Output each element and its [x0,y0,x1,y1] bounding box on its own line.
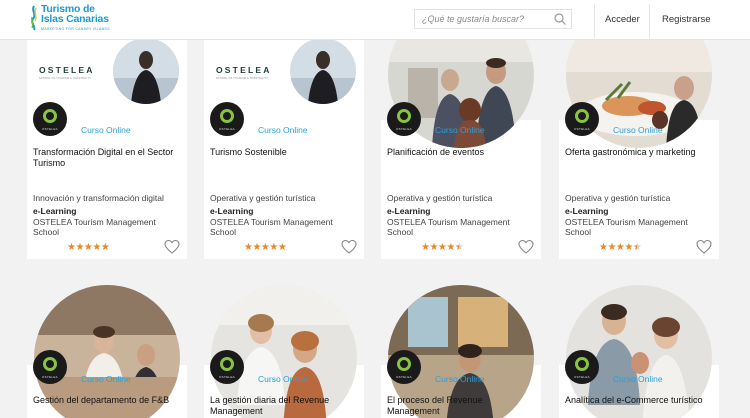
search-input[interactable] [415,10,550,28]
badge-text: OSTELEA [219,127,235,131]
course-title[interactable]: Planificación de eventos [387,147,535,158]
course-title[interactable]: Gestión del departamento de F&B [33,395,185,406]
course-type-tag: Curso Online [613,374,663,384]
login-link[interactable]: Acceder [605,14,640,25]
provider-badge: OSTELEA [387,350,421,384]
provider-logo-icon [220,109,234,123]
badge-text: OSTELEA [574,375,590,379]
image-logo-text: OSTELEA [39,65,95,75]
rating-stars: ★★★★★ [244,242,287,253]
course-card[interactable]: OSTELEA Curso Online Analítica del e-Com… [559,285,719,418]
course-type-tag: Curso Online [613,125,663,135]
course-photo [290,40,356,104]
provider-logo-icon [397,357,411,371]
favorite-heart-icon[interactable] [164,239,180,255]
course-type-tag: Curso Online [258,374,308,384]
course-category: Operativa y gestión turística [387,193,493,203]
badge-text: OSTELEA [219,375,235,379]
course-type-tag: Curso Online [435,374,485,384]
course-school: OSTELEA Tourism Management School [210,217,333,237]
rating-stars: ★★★★★ [421,242,464,253]
course-title[interactable]: Analítica del e-Commerce turístico [565,395,717,406]
header-divider [594,4,595,38]
logo-tagline: MARKETING FOR CANARY ISLANDS [41,27,110,31]
course-card[interactable]: OSTELEA Curso Online Planificación de ev… [381,40,541,259]
course-mode: e-Learning [210,206,254,216]
search-box [414,9,572,29]
favorite-heart-icon[interactable] [518,239,534,255]
badge-text: OSTELEA [42,375,58,379]
course-title[interactable]: Transformación Digital en el Sector Turi… [33,147,181,169]
course-school: OSTELEA Tourism Management School [33,217,156,237]
person-silhouette-icon [113,40,179,104]
course-title[interactable]: El proceso del Revenue Management [387,395,507,417]
course-card[interactable]: OSTELEA Curso Online Oferta gastronómica… [559,40,719,259]
course-photo [113,40,179,104]
provider-logo-icon [575,109,589,123]
rating-stars: ★★★★★ [67,242,110,253]
course-card[interactable]: OSTELEA Curso Online La gestión diaria d… [204,285,364,418]
person-silhouette-icon [290,40,356,104]
course-category: Operativa y gestión turística [565,193,671,203]
provider-logo-icon [43,357,57,371]
provider-badge: OSTELEA [33,102,67,136]
course-card[interactable]: OSTELEA Curso Online El proceso del Reve… [381,285,541,418]
provider-logo-icon [43,109,57,123]
favorite-heart-icon[interactable] [696,239,712,255]
course-title[interactable]: Oferta gastronómica y marketing [565,147,713,158]
course-card[interactable]: OSTELEA SCHOOL OF TOURISM & HOSPITALITY … [27,40,187,259]
badge-text: OSTELEA [574,127,590,131]
course-school: OSTELEA Tourism Management School [565,217,688,237]
course-card[interactable]: OSTELEA Curso Online Gestión del departa… [27,285,187,418]
course-type-tag: Curso Online [81,374,131,384]
course-mode: e-Learning [387,206,431,216]
site-logo[interactable]: Turismo de Islas Canarias MARKETING FOR … [30,4,120,36]
favorite-heart-icon[interactable] [341,239,357,255]
site-header: Turismo de Islas Canarias MARKETING FOR … [0,0,750,40]
provider-badge: OSTELEA [387,102,421,136]
provider-logo-icon [397,109,411,123]
course-mode: e-Learning [33,206,77,216]
course-school: OSTELEA Tourism Management School [387,217,510,237]
badge-text: OSTELEA [396,375,412,379]
logo-title-line-2: Islas Canarias [41,13,109,25]
image-logo-subtext: SCHOOL OF TOURISM & HOSPITALITY [216,77,269,80]
search-icon[interactable] [553,12,567,26]
logo-mark-icon [31,5,37,31]
course-mode: e-Learning [565,206,609,216]
image-logo-text: OSTELEA [216,65,272,75]
provider-badge: OSTELEA [565,350,599,384]
register-link[interactable]: Registrarse [662,14,711,25]
badge-text: OSTELEA [396,127,412,131]
provider-logo-icon [220,357,234,371]
course-type-tag: Curso Online [435,125,485,135]
course-title[interactable]: Turismo Sostenible [210,147,358,158]
provider-badge: OSTELEA [565,102,599,136]
course-type-tag: Curso Online [81,125,131,135]
header-divider [649,4,650,38]
provider-badge: OSTELEA [210,102,244,136]
course-title[interactable]: La gestión diaria del Revenue Management [210,395,350,417]
badge-text: OSTELEA [42,127,58,131]
course-category: Innovación y transformación digital [33,193,164,203]
course-card[interactable]: OSTELEA SCHOOL OF TOURISM & HOSPITALITY … [204,40,364,259]
provider-badge: OSTELEA [210,350,244,384]
course-type-tag: Curso Online [258,125,308,135]
rating-stars: ★★★★★ [599,242,642,253]
provider-badge: OSTELEA [33,350,67,384]
image-logo-subtext: SCHOOL OF TOURISM & HOSPITALITY [39,77,92,80]
provider-logo-icon [575,357,589,371]
course-category: Operativa y gestión turística [210,193,316,203]
